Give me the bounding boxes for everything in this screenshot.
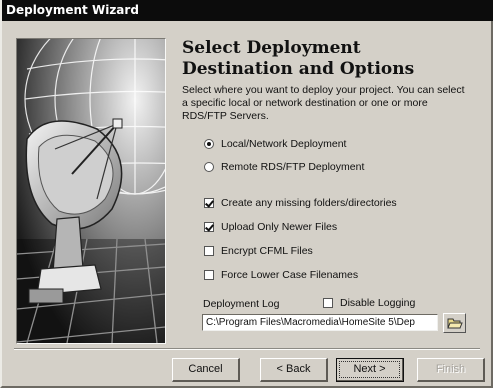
- deployment-log-path-input[interactable]: C:\Program Files\Macromedia\HomeSite 5\D…: [202, 314, 438, 331]
- folder-open-icon: [446, 318, 463, 329]
- deployment-log-label: Deployment Log: [203, 298, 280, 310]
- radio-indicator[interactable]: [204, 162, 214, 172]
- checkbox-upload-newer-files[interactable]: Upload Only Newer Files: [204, 220, 337, 234]
- wizard-window: Deployment Wizard Select Deployment Dest…: [0, 0, 493, 388]
- radio-local-network[interactable]: Local/Network Deployment: [204, 137, 346, 151]
- checkbox-indicator-checked[interactable]: [204, 198, 214, 208]
- finish-button[interactable]: Finish: [417, 358, 485, 382]
- checkbox-indicator[interactable]: [323, 298, 333, 308]
- wizard-illustration: [16, 38, 166, 344]
- radio-label: Local/Network Deployment: [221, 138, 347, 150]
- browse-button[interactable]: [443, 313, 466, 333]
- page-title: Select Deployment Destination and Option…: [182, 38, 415, 79]
- window-title: Deployment Wizard: [6, 3, 139, 17]
- cancel-button[interactable]: Cancel: [172, 358, 240, 382]
- back-button[interactable]: < Back: [260, 358, 328, 382]
- radio-label: Remote RDS/FTP Deployment: [221, 161, 365, 173]
- radio-remote-rds-ftp[interactable]: Remote RDS/FTP Deployment: [204, 160, 364, 174]
- button-separator: [14, 348, 480, 350]
- page-description: Select where you want to deploy your pro…: [182, 84, 465, 122]
- checkbox-label: Disable Logging: [340, 297, 416, 309]
- title-bar[interactable]: Deployment Wizard: [2, 0, 493, 21]
- checkbox-indicator-checked[interactable]: [204, 222, 214, 232]
- checkbox-indicator[interactable]: [204, 246, 214, 256]
- checkbox-create-missing-folders[interactable]: Create any missing folders/directories: [204, 196, 397, 210]
- checkbox-label: Create any missing folders/directories: [221, 197, 397, 209]
- satellite-dish-icon: [17, 39, 165, 343]
- radio-indicator-selected[interactable]: [204, 139, 214, 149]
- checkbox-encrypt-cfml[interactable]: Encrypt CFML Files: [204, 244, 313, 258]
- next-button[interactable]: Next >: [336, 358, 404, 382]
- checkbox-label: Force Lower Case Filenames: [221, 269, 359, 281]
- checkbox-label: Upload Only Newer Files: [221, 221, 338, 233]
- checkbox-label: Encrypt CFML Files: [221, 245, 313, 257]
- checkbox-indicator[interactable]: [204, 270, 214, 280]
- checkbox-disable-logging[interactable]: Disable Logging: [323, 297, 415, 309]
- next-button-label: Next >: [339, 361, 400, 378]
- checkbox-force-lowercase[interactable]: Force Lower Case Filenames: [204, 268, 358, 282]
